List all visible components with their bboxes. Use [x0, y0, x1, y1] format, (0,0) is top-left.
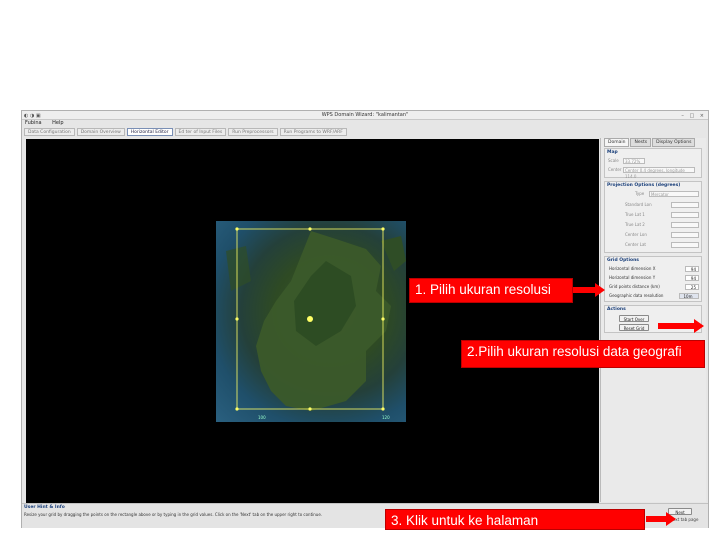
wps-domain-wizard-window: ◐ ◑ ▣ WPS Domain Wizard: "kalimantan" – … — [21, 110, 709, 528]
annotation-2: 2.Pilih ukuran resolusi data geografi — [461, 340, 705, 368]
start-over-button[interactable]: Start Over — [619, 315, 649, 322]
menu-fubina[interactable]: Fubina — [25, 120, 42, 126]
true-lat2-field[interactable] — [671, 222, 699, 228]
annotation-2-text: 2.Pilih ukuran resolusi data geografi — [467, 344, 682, 359]
scale-label: Scale — [608, 158, 619, 163]
grid-section: Grid Options Horizontal dimension X 94 H… — [604, 256, 702, 302]
center-label: Center — [608, 167, 622, 172]
step-domain-overview[interactable]: Domain Overview — [76, 128, 125, 136]
resize-handle[interactable] — [381, 407, 385, 411]
annotation-1-text: 1. Pilih ukuran resolusi — [415, 282, 551, 297]
projection-section: Projection Options (degrees) Type Mercat… — [604, 181, 702, 253]
grid-distance-field[interactable]: 25 — [685, 284, 699, 290]
menu-help[interactable]: Help — [52, 120, 63, 126]
annotation-3: 3. Klik untuk ke halaman — [385, 509, 645, 530]
true-lat2-label: True Lat 2 — [625, 222, 645, 227]
scale-field[interactable]: 33.72% — [623, 158, 645, 164]
resize-handle[interactable] — [308, 227, 312, 231]
resize-handle[interactable] — [381, 317, 385, 321]
resize-handle[interactable] — [381, 227, 385, 231]
tab-domain[interactable]: Domain — [604, 138, 630, 147]
grid-section-title: Grid Options — [607, 258, 639, 263]
menu-bar: Fubina Help — [22, 120, 708, 127]
window-controls[interactable]: – □ × — [681, 112, 706, 120]
annotation-3-text: 3. Klik untuk ke halaman — [391, 513, 539, 528]
dim-y-label: Horizontal dimension Y — [609, 275, 656, 280]
window-icons: ◐ ◑ ▣ — [24, 113, 41, 119]
geo-resolution-select[interactable]: 10m — [679, 293, 699, 299]
projection-type-select[interactable]: Mercator — [649, 191, 699, 197]
center-lon-field[interactable] — [671, 232, 699, 238]
map-section: Map Scale 33.72% Center Center 0.4 degre… — [604, 148, 702, 179]
center-handle[interactable] — [307, 316, 313, 322]
reset-grid-button[interactable]: Reset Grid — [619, 324, 649, 331]
step-editor-input-files[interactable]: Ed ter of Input Files — [174, 128, 227, 136]
domain-rectangle[interactable] — [26, 139, 599, 503]
wizard-steps: Data Configuration Domain Overview Horiz… — [24, 128, 347, 136]
lon-label-left: 100 — [258, 415, 266, 420]
grid-distance-label: Grid points distance (km) — [609, 284, 660, 289]
resize-handle[interactable] — [235, 227, 239, 231]
dim-x-field[interactable]: 94 — [685, 266, 699, 272]
step-data-configuration[interactable]: Data Configuration — [24, 128, 75, 136]
geo-resolution-label: Geographic data resolution — [609, 293, 664, 298]
center-lat-field[interactable] — [671, 242, 699, 248]
actions-section-title: Actions — [607, 307, 626, 312]
projection-section-title: Projection Options (degrees) — [607, 183, 681, 188]
window-title: WPS Domain Wizard: "kalimantan" — [321, 112, 409, 118]
true-lat1-label: True Lat 1 — [625, 212, 645, 217]
annotation-3-arrow — [646, 512, 676, 526]
map-section-title: Map — [607, 150, 618, 155]
center-lat-label: Center Lat — [625, 242, 646, 247]
resize-handle[interactable] — [235, 317, 239, 321]
type-label: Type — [635, 191, 645, 196]
title-bar: ◐ ◑ ▣ WPS Domain Wizard: "kalimantan" – … — [22, 111, 708, 120]
hint-text: Resize your grid by dragging the points … — [24, 512, 323, 517]
map-canvas[interactable]: 100 120 — [26, 139, 599, 503]
standard-lon-label: Standard Lon — [625, 202, 652, 207]
true-lat1-field[interactable] — [671, 212, 699, 218]
hint-title: User Hint & Info — [24, 505, 65, 510]
center-field[interactable]: Center 0.4 degrees, longitude 114.0 — [623, 167, 695, 179]
step-horizontal-editor[interactable]: Horizontal Editor — [126, 128, 173, 136]
lon-label-right: 120 — [382, 415, 390, 420]
tab-nests[interactable]: Nests — [630, 138, 652, 147]
annotation-1-arrow — [573, 283, 605, 297]
tab-display-options[interactable]: Display Options — [652, 138, 696, 147]
dim-x-label: Horizontal dimension X — [609, 266, 656, 271]
center-lon-label: Center Lon — [625, 232, 647, 237]
panel-tabs: Domain Nests Display Options — [604, 138, 696, 147]
annotation-1: 1. Pilih ukuran resolusi — [409, 278, 573, 303]
dim-y-field[interactable]: 94 — [685, 275, 699, 281]
resize-handle[interactable] — [235, 407, 239, 411]
resize-handle[interactable] — [308, 407, 312, 411]
step-run-programs[interactable]: Run Programs to WRF/ARF — [279, 128, 347, 136]
annotation-2-arrow — [658, 319, 704, 333]
standard-lon-field[interactable] — [671, 202, 699, 208]
step-run-preprocessors[interactable]: Run Preprocessors — [228, 128, 278, 136]
